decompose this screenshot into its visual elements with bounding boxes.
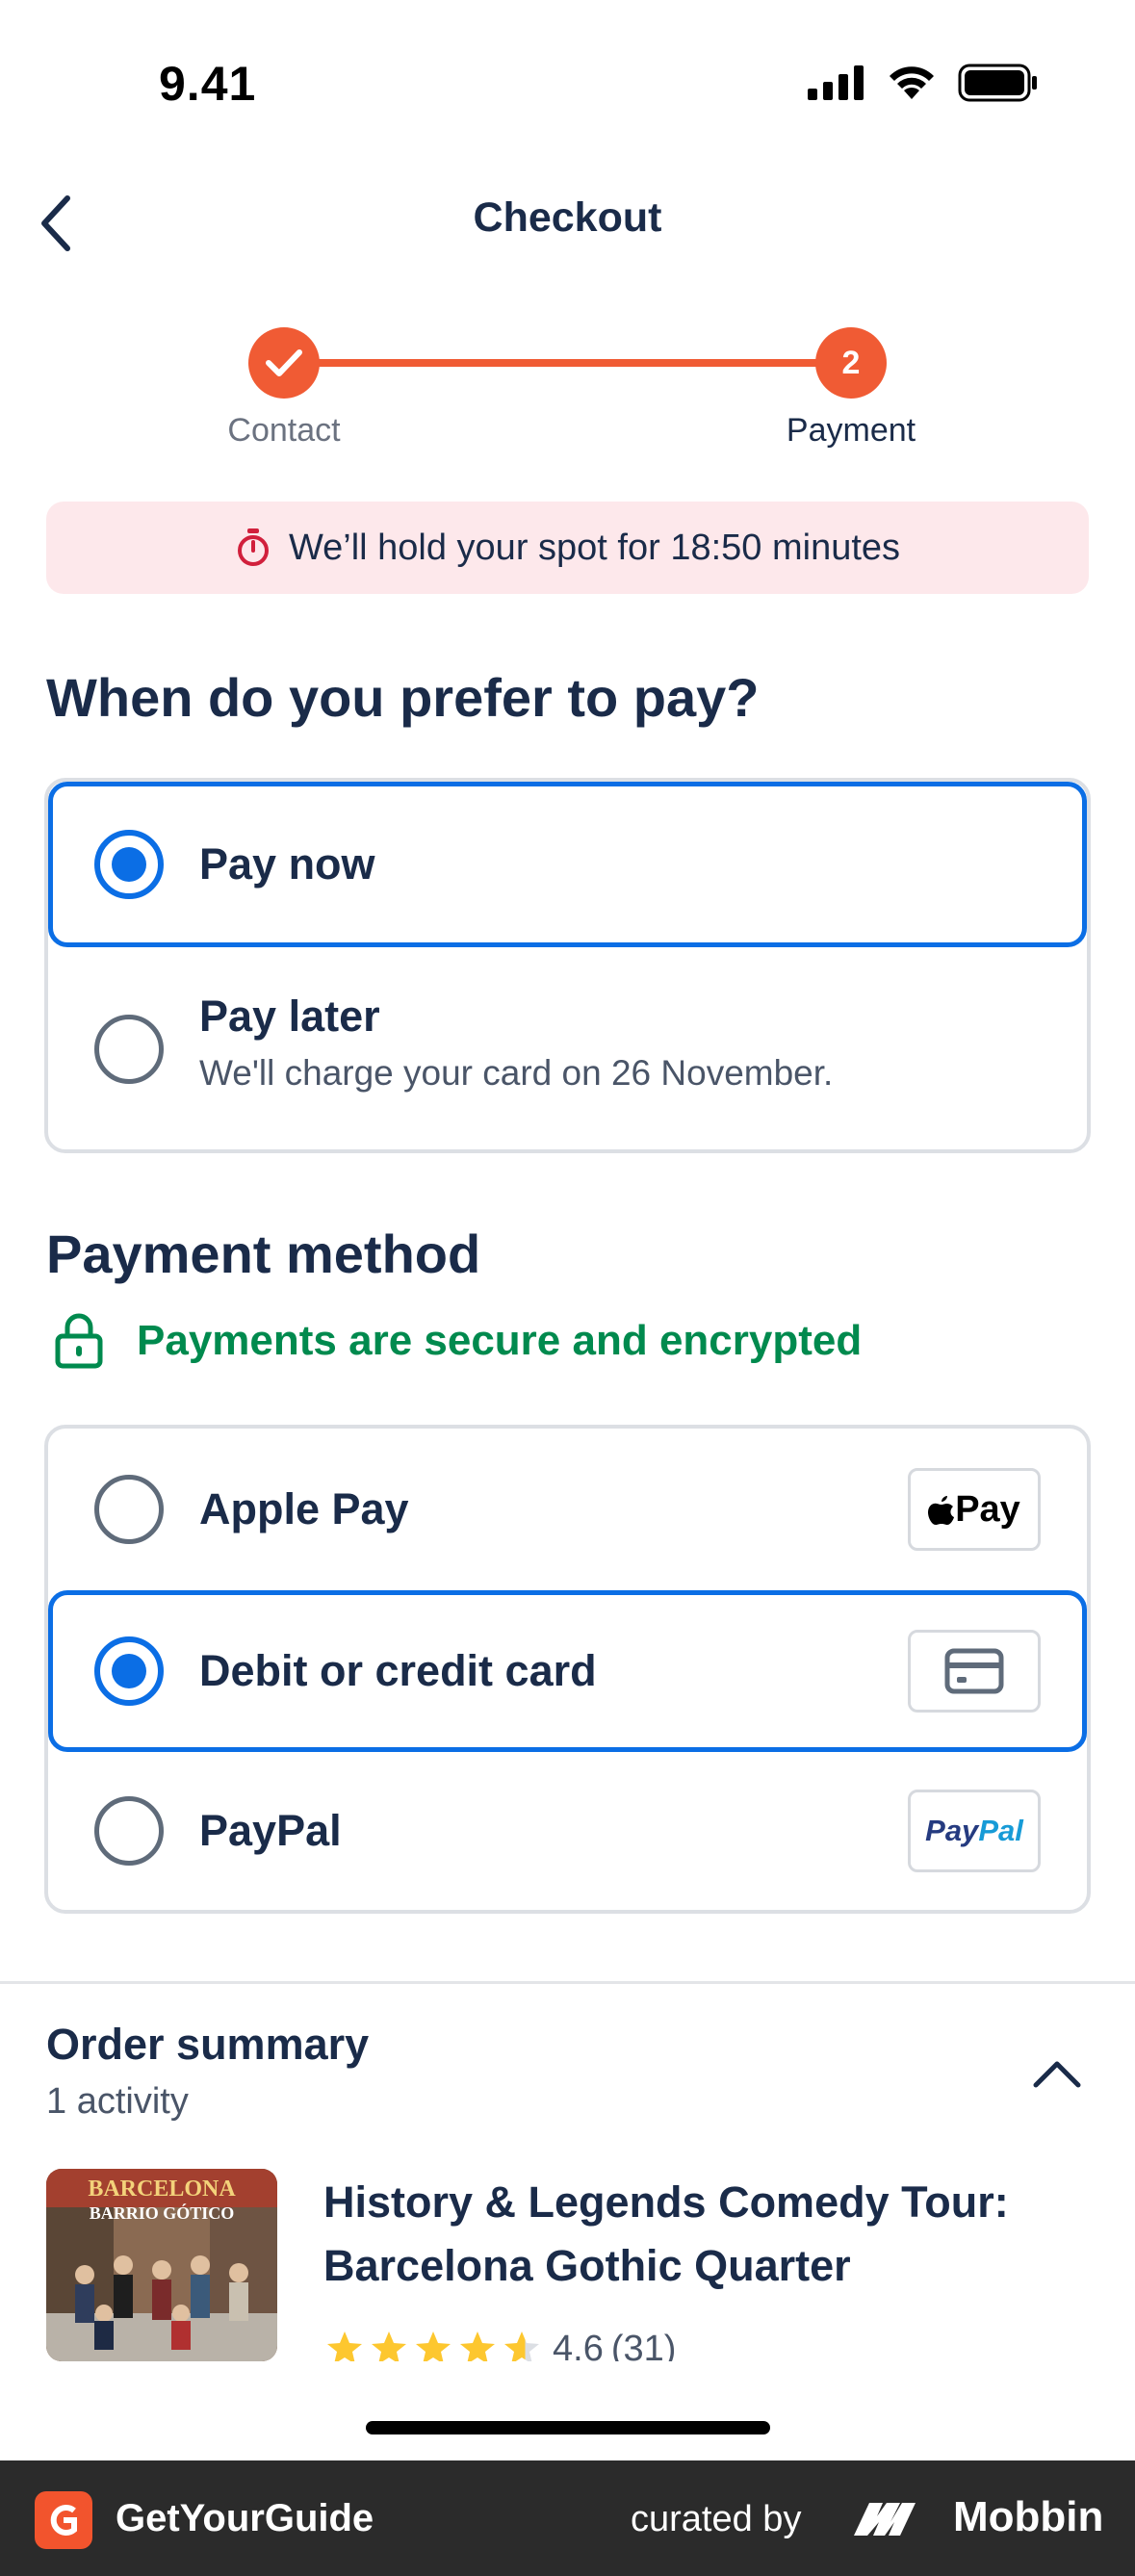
checkout-stepper: 2 Contact Payment bbox=[0, 322, 1135, 457]
pay-later-option[interactable]: Pay later We'll charge your card on 26 N… bbox=[48, 947, 1087, 1149]
hold-spot-banner: We’ll hold your spot for 18:50 minutes bbox=[46, 502, 1089, 594]
pay-now-radio[interactable] bbox=[94, 830, 164, 899]
secure-payment-notice: Payments are secure and encrypted bbox=[54, 1313, 862, 1369]
step-contact-indicator bbox=[248, 327, 320, 399]
card-radio[interactable] bbox=[94, 1636, 164, 1706]
thumb-text-top: BARCELONA bbox=[88, 2177, 236, 2202]
pay-timing-options: Pay now Pay later We'll charge your card… bbox=[44, 778, 1091, 1153]
credit-card-icon bbox=[944, 1648, 1004, 1694]
order-summary-count: 1 activity bbox=[46, 2081, 189, 2122]
pay-later-radio[interactable] bbox=[94, 1015, 164, 1084]
wifi-icon bbox=[890, 66, 934, 99]
checkmark-icon bbox=[266, 349, 302, 376]
getyourguide-logo bbox=[35, 2491, 92, 2549]
payment-method-options: Apple Pay Pay Debit or credit card PayPa… bbox=[44, 1425, 1091, 1914]
paypal-label: PayPal bbox=[199, 1806, 342, 1855]
thumb-text-bottom: BARRIO GÓTICO bbox=[90, 2202, 235, 2223]
secure-payment-text: Payments are secure and encrypted bbox=[137, 1317, 863, 1364]
activity-photo: BARCELONA BARRIO GÓTICO bbox=[46, 2169, 277, 2361]
order-summary-title: Order summary bbox=[46, 2020, 370, 2069]
paypal-logo: PayPal bbox=[908, 1790, 1041, 1872]
chevron-up-icon bbox=[1033, 2061, 1081, 2088]
status-time: 9.41 bbox=[159, 57, 257, 111]
step-payment-label: Payment bbox=[786, 412, 916, 449]
apple-pay-logo: Pay bbox=[908, 1468, 1041, 1551]
order-summary-collapse-button[interactable] bbox=[1021, 2050, 1093, 2099]
battery-icon bbox=[958, 64, 1037, 102]
nav-bar: Checkout bbox=[0, 164, 1135, 279]
apple-pay-logo-text: Pay bbox=[955, 1488, 1020, 1530]
lock-icon bbox=[55, 1313, 103, 1369]
activity-thumbnail: BARCELONA BARRIO GÓTICO bbox=[46, 2169, 277, 2361]
stepper-progress-line bbox=[284, 359, 852, 367]
mobbin-text: Mobbin bbox=[953, 2493, 1104, 2540]
step-payment-indicator: 2 bbox=[815, 327, 887, 399]
apple-pay-label: Apple Pay bbox=[199, 1484, 409, 1533]
pay-now-label: Pay now bbox=[199, 839, 375, 889]
apple-pay-radio[interactable] bbox=[94, 1475, 164, 1544]
pay-later-label: Pay later bbox=[199, 992, 380, 1041]
paypal-option[interactable]: PayPal PayPal bbox=[48, 1752, 1087, 1910]
card-option[interactable]: Debit or credit card bbox=[48, 1590, 1087, 1752]
status-icons bbox=[808, 64, 1039, 102]
mobbin-logo-icon bbox=[854, 2503, 916, 2536]
stopwatch-icon bbox=[237, 528, 269, 566]
paypal-radio[interactable] bbox=[94, 1796, 164, 1866]
hold-spot-text: We’ll hold your spot for 18:50 minutes bbox=[288, 527, 901, 568]
home-indicator bbox=[366, 2421, 770, 2434]
footer-curated-by: curated by bbox=[631, 2499, 802, 2539]
pay-later-sublabel: We'll charge your card on 26 November. bbox=[199, 1053, 834, 1093]
section-divider bbox=[0, 1981, 1135, 1984]
pay-timing-heading: When do you prefer to pay? bbox=[46, 667, 760, 728]
apple-pay-option[interactable]: Apple Pay Pay bbox=[48, 1429, 1087, 1590]
cellular-signal-icon bbox=[808, 65, 864, 100]
card-label: Debit or credit card bbox=[199, 1646, 597, 1695]
footer-bar: GetYourGuide curated by Mobbin bbox=[0, 2460, 1135, 2576]
page-title: Checkout bbox=[473, 194, 662, 241]
apple-icon bbox=[928, 1496, 955, 1525]
credit-card-logo bbox=[908, 1630, 1041, 1713]
step-contact-label: Contact bbox=[227, 412, 341, 449]
footer-brand: GetYourGuide bbox=[116, 2497, 374, 2539]
status-bar: 9.41 bbox=[0, 0, 1135, 164]
pay-now-option[interactable]: Pay now bbox=[48, 782, 1087, 947]
payment-method-heading: Payment method bbox=[46, 1224, 481, 1284]
scroll-clip bbox=[0, 2361, 1135, 2419]
getyourguide-g-icon bbox=[50, 2505, 77, 2536]
activity-title[interactable]: History & Legends Comedy Tour: Barcelona… bbox=[323, 2171, 1094, 2298]
paypal-logo-text: PayPal bbox=[925, 1814, 1023, 1847]
